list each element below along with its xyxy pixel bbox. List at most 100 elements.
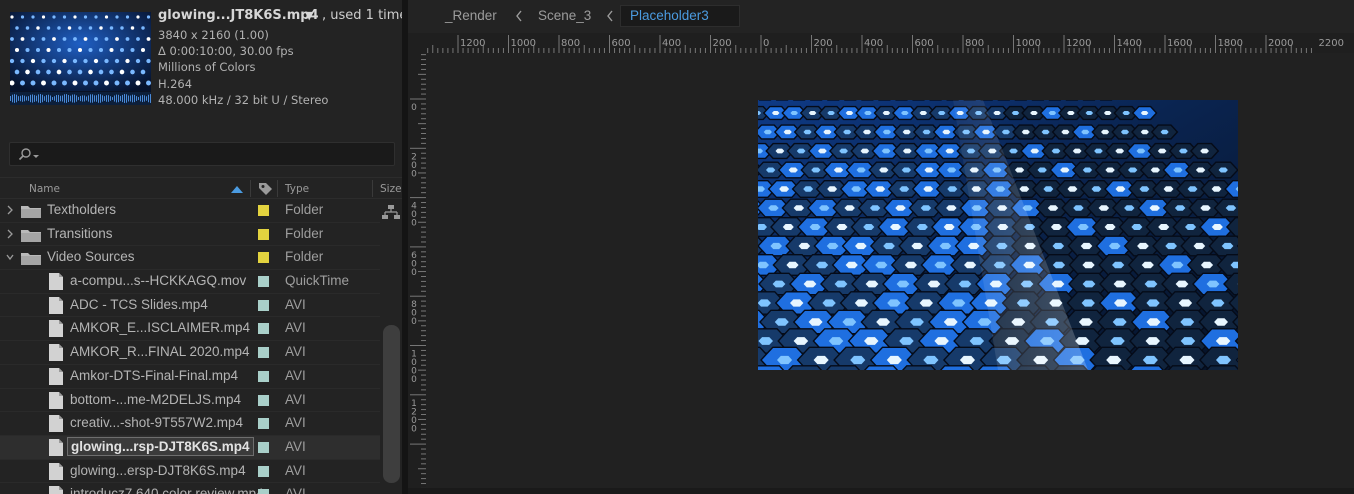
waveform-bar — [58, 94, 59, 103]
folder-name: Video Sources — [47, 249, 135, 265]
chevron-right-icon[interactable] — [6, 228, 14, 240]
label-color-swatch[interactable] — [258, 323, 269, 335]
ruler-label: 2200 — [1319, 38, 1344, 49]
footage-dropdown-arrow[interactable]: ▼ — [305, 9, 313, 22]
waveform-bar — [130, 95, 131, 102]
label-color-swatch[interactable] — [258, 276, 269, 288]
footage-row[interactable]: bottom-...me-M2DELJS.mp4 AVI — [0, 389, 380, 413]
ruler-label: 400 — [864, 38, 883, 49]
item-type: AVI — [285, 367, 306, 383]
footage-name: introducz7 640 color review.mp4 — [70, 486, 264, 494]
ruler-label: 600 — [915, 38, 934, 49]
vertical-ruler[interactable]: 0 2 0 0 4 0 0 6 0 0 8 0 0 1 0 0 0 1 2 0 0 — [408, 53, 426, 494]
ruler-label: 400 — [662, 38, 681, 49]
thumbnail-dot — [146, 37, 151, 41]
footage-name: a-compu...s--HCKKAGQ.mov — [70, 273, 247, 289]
folder-icon — [21, 253, 41, 266]
thumbnail-dot — [125, 58, 130, 64]
footage-row[interactable]: a-compu...s--HCKKAGQ.mov QuickTime — [0, 270, 380, 294]
composition-frame[interactable] — [758, 100, 1238, 370]
horizontal-ruler[interactable]: 1200 1000 800 600 400 200 0 200 400 600 800 1000 120… — [408, 33, 1354, 53]
waveform-bar — [74, 94, 75, 103]
footage-row[interactable]: AMKOR_R...FINAL 2020.mp4 AVI — [0, 341, 380, 365]
thumbnail-dot — [46, 69, 51, 75]
waveform-bar — [18, 96, 19, 101]
file-icon — [49, 344, 63, 362]
waveform-bar — [138, 96, 139, 101]
thumbnail-dot — [130, 69, 135, 75]
label-color-swatch[interactable] — [258, 441, 269, 453]
waveform-bar — [112, 97, 113, 100]
column-size[interactable]: Size — [380, 183, 402, 195]
folder-row[interactable]: Video Sources Folder — [0, 246, 380, 271]
label-color-swatch[interactable] — [258, 299, 269, 311]
flowchart-icon[interactable] — [382, 205, 400, 219]
sort-ascending-icon[interactable] — [229, 184, 245, 194]
breadcrumb-render[interactable]: _Render — [445, 8, 497, 23]
scrollbar-thumb[interactable] — [383, 325, 400, 483]
column-name[interactable]: Name — [29, 183, 60, 195]
waveform-bar — [28, 96, 29, 101]
waveform-bar — [38, 94, 39, 103]
column-type[interactable]: Type — [285, 183, 309, 195]
file-icon — [49, 273, 63, 291]
waveform-bar — [62, 95, 63, 102]
waveform-bar — [80, 95, 81, 102]
waveform-bar — [116, 94, 117, 103]
label-color-swatch[interactable] — [258, 465, 269, 477]
label-color-swatch[interactable] — [258, 205, 269, 216]
label-color-swatch[interactable] — [258, 347, 269, 359]
ruler-label: 2000 — [1268, 38, 1293, 49]
chevron-down-icon[interactable] — [6, 251, 14, 263]
thumbnail-dot — [14, 69, 20, 75]
breadcrumb-scene[interactable]: Scene_3 — [538, 8, 591, 23]
waveform-bar — [66, 94, 67, 103]
waveform-bar — [84, 95, 85, 102]
footage-preview: glowing...JT8K6S.mp4 ▼ , used 1 time 384… — [0, 0, 407, 140]
footage-row[interactable]: Amkor-DTS-Final-Final.mp4 AVI — [0, 365, 380, 389]
folder-row[interactable]: Transitions Folder — [0, 223, 380, 247]
waveform-bar — [114, 95, 115, 102]
footage-row[interactable]: introducz7 640 color review.mp4 AVI — [0, 483, 380, 494]
ruler-label: 1400 — [1117, 38, 1142, 49]
footage-row[interactable]: ADC - TCS Slides.mp4 AVI — [0, 294, 380, 318]
footage-row[interactable]: AMKOR_E...ISCLAIMER.mp4 AVI — [0, 317, 380, 342]
label-color-swatch[interactable] — [258, 489, 269, 494]
label-color-swatch[interactable] — [258, 418, 269, 430]
waveform-bar — [150, 94, 151, 103]
composition-canvas[interactable] — [426, 53, 1354, 494]
thumbnail-dot — [41, 80, 46, 86]
column-separator[interactable] — [277, 180, 278, 197]
footage-codec: H.264 — [158, 77, 193, 91]
column-separator[interactable] — [250, 180, 251, 197]
footage-row[interactable]: creativ...-shot-9T557W2.mp4 AVI — [0, 412, 380, 436]
waveform-bar — [12, 94, 13, 103]
waveform-bar — [142, 94, 143, 103]
thumbnail-dot — [15, 26, 19, 30]
column-separator[interactable] — [372, 180, 373, 197]
label-color-swatch[interactable] — [258, 252, 269, 264]
thumbnail-dot — [46, 26, 51, 30]
waveform-bar — [100, 94, 101, 103]
thumbnail-dot — [51, 58, 57, 64]
waveform-bar — [132, 94, 133, 103]
item-type: AVI — [285, 415, 306, 431]
thumbnail-dot — [72, 80, 78, 86]
waveform-bar — [32, 94, 33, 103]
waveform-bar — [22, 95, 23, 102]
label-tag-icon[interactable] — [257, 181, 273, 197]
chevron-left-icon — [607, 10, 613, 22]
label-color-swatch[interactable] — [258, 370, 269, 382]
thumbnail-dot — [130, 26, 135, 30]
project-search-input[interactable] — [9, 142, 395, 166]
footage-name: glowing...rsp-DJT8K6S.mp4 — [67, 436, 254, 456]
footage-row[interactable]: glowing...rsp-DJT8K6S.mp4 AVI — [0, 435, 380, 460]
thumbnail-dot — [146, 58, 151, 64]
label-color-swatch[interactable] — [258, 394, 269, 406]
label-color-swatch[interactable] — [258, 228, 269, 240]
thumbnail-dot — [135, 80, 141, 86]
chevron-right-icon[interactable] — [6, 204, 14, 216]
folder-row[interactable]: Textholders Folder — [0, 199, 380, 223]
thumbnail-dot — [31, 37, 35, 41]
footage-row[interactable]: glowing...ersp-DJT8K6S.mp4 AVI — [0, 460, 380, 484]
